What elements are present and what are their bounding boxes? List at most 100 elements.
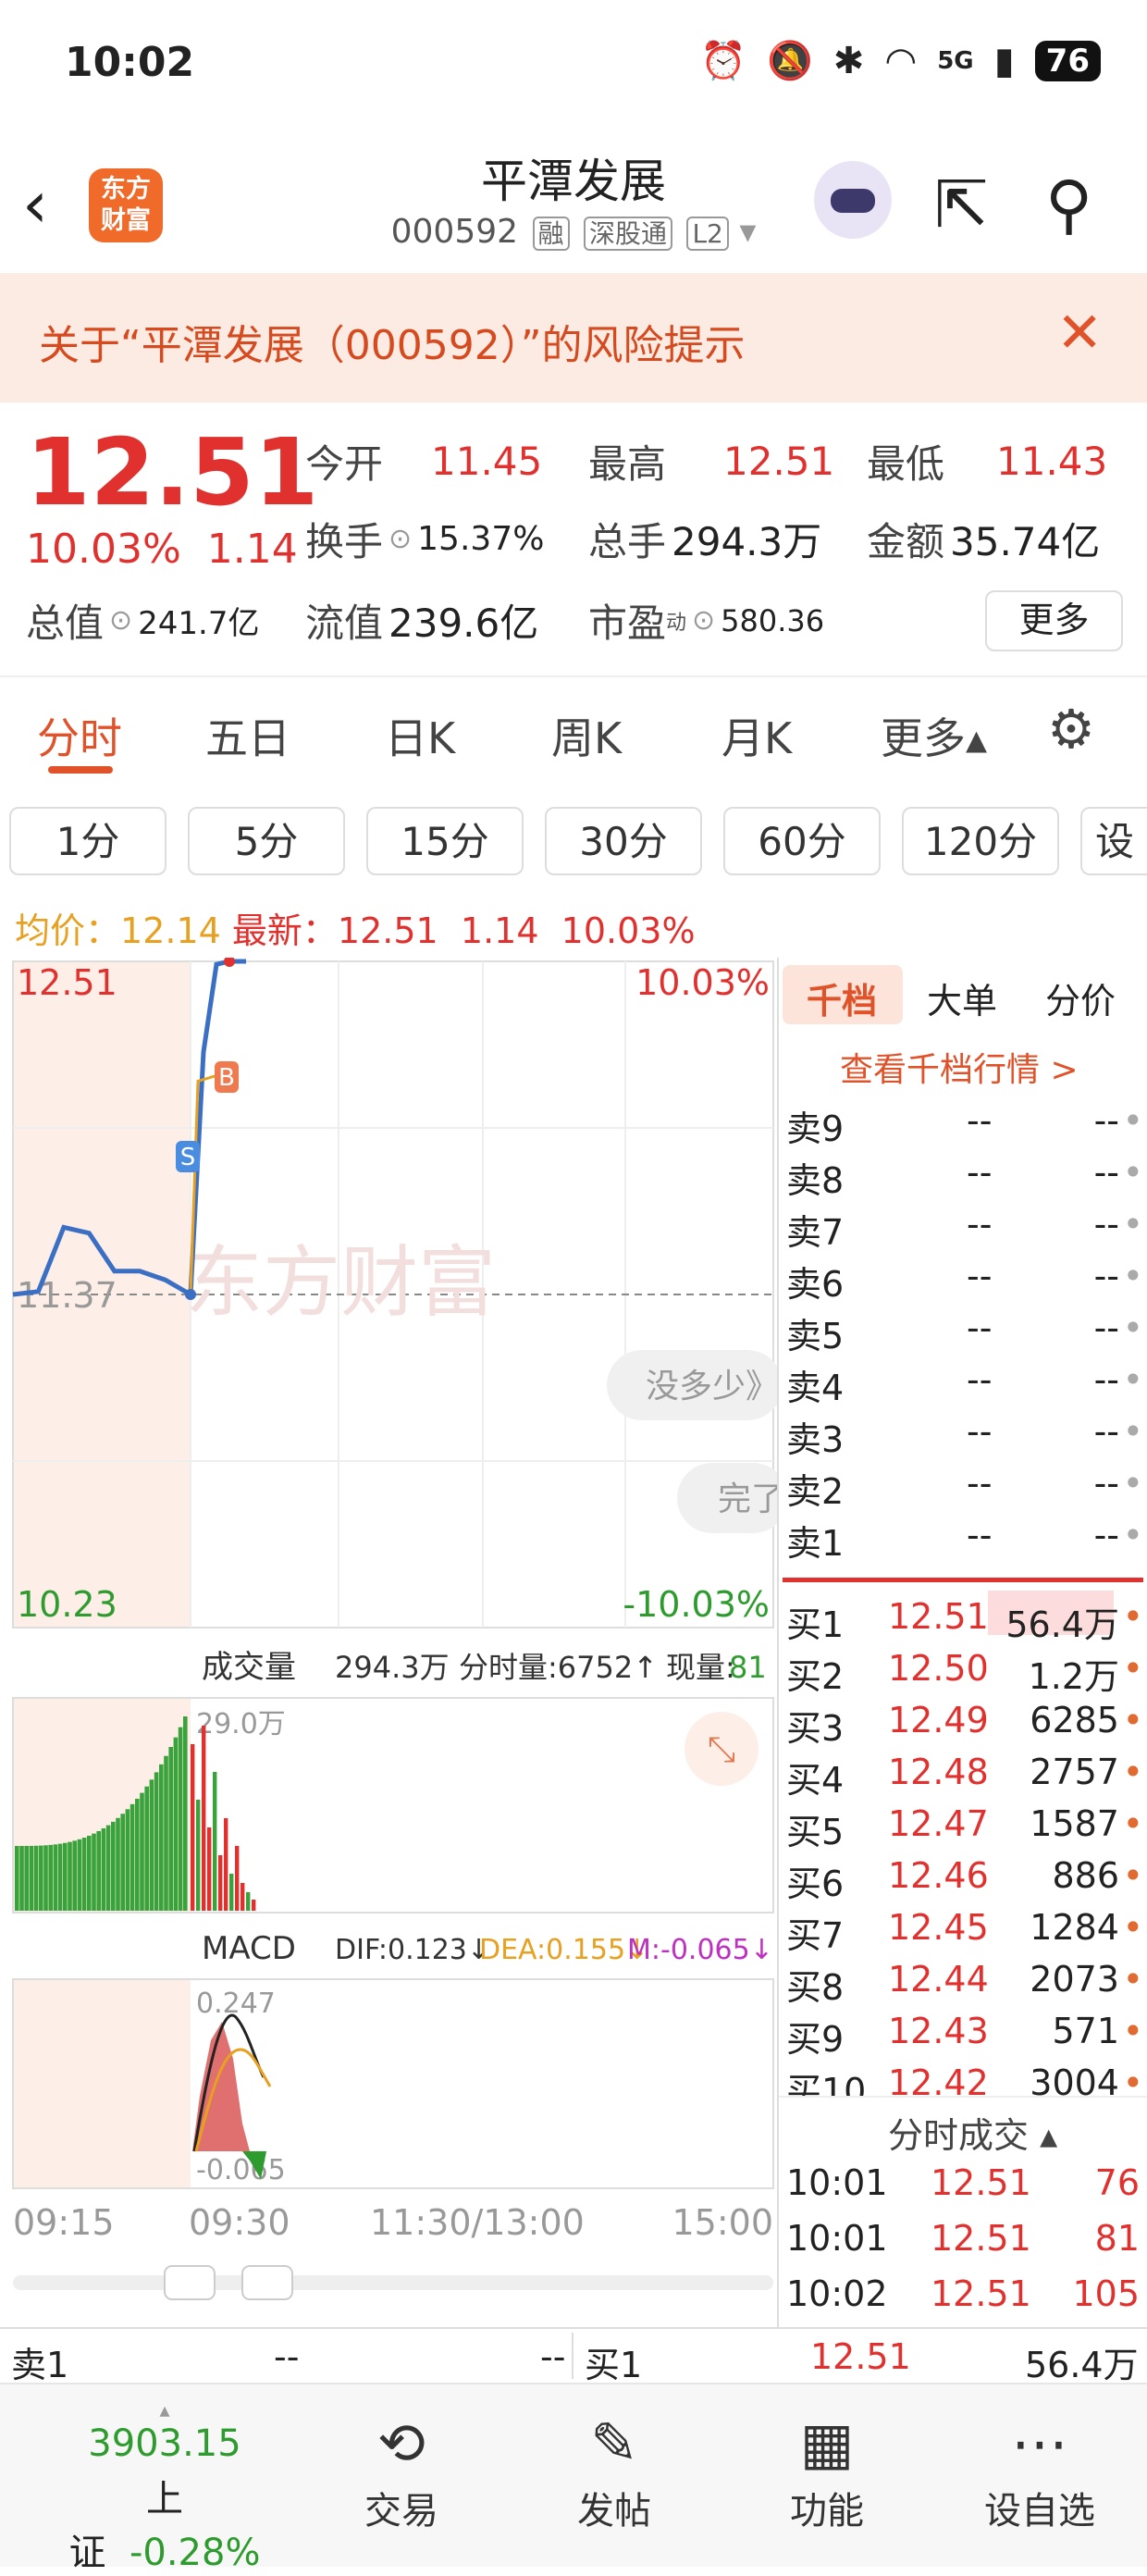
bid-price: 12.51 (888, 1596, 989, 1637)
tab-daily-k[interactable]: 日K (385, 705, 455, 766)
float-cap-field: 流值 239.6亿 (305, 601, 539, 646)
price-change: 10.03% 1.14 (26, 526, 298, 573)
ask-volume: -- (1093, 1359, 1119, 1400)
volume-bar (202, 1726, 206, 1911)
book-tab-large[interactable]: 大单 (927, 972, 997, 1023)
book-tab-depth[interactable]: 千档 (807, 972, 877, 1023)
tab-monthly-k[interactable]: 月K (722, 705, 792, 766)
scroll-handle-right[interactable] (241, 2265, 293, 2300)
period-1min[interactable]: 1分 (9, 807, 166, 875)
bid-row[interactable]: 买3 12.49 6285 • (786, 1700, 1147, 1752)
dropdown-arrow-icon[interactable]: ▾ (739, 213, 756, 251)
ask-row[interactable]: 卖9 -- -- • (786, 1100, 1147, 1152)
bid-row[interactable]: 买6 12.46 886 • (786, 1855, 1147, 1907)
status-bar: 10:02 ⏰ 🔕 ✱ ◠ 5G ▮ 76 (0, 0, 1147, 130)
search-icon[interactable]: ⚲ (1045, 167, 1092, 242)
volume-max-label: 29.0万 (196, 1708, 286, 1740)
book-tab-price[interactable]: 分价 (1045, 972, 1116, 1023)
ask-price: -- (967, 1204, 993, 1245)
bid-row[interactable]: 买1 12.51 56.4万 • (786, 1596, 1147, 1648)
period-120min[interactable]: 120分 (902, 807, 1059, 875)
volume-selector[interactable]: 成交量 (202, 1649, 296, 1686)
assistant-robot-icon[interactable] (814, 161, 892, 239)
bid-row[interactable]: 买5 12.47 1587 • (786, 1803, 1147, 1855)
bid-volume: 6285 (1030, 1700, 1119, 1740)
period-15min[interactable]: 15分 (366, 807, 524, 875)
volume-bar (29, 1845, 34, 1911)
volume-bar (15, 1846, 19, 1911)
amount-field: 金额 35.74亿 (867, 519, 1101, 564)
ask-row[interactable]: 卖3 -- -- • (786, 1411, 1147, 1463)
bid-row[interactable]: 买4 12.48 2757 • (786, 1752, 1147, 1803)
bid-volume: 571 (1052, 2011, 1119, 2051)
volume-bar (111, 1821, 116, 1911)
ask-row[interactable]: 卖2 -- -- • (786, 1463, 1147, 1515)
bid-volume: 886 (1052, 1855, 1119, 1896)
ask-label: 卖7 (786, 1212, 845, 1253)
gear-icon[interactable]: ⚙ (1047, 698, 1095, 761)
view-depth-link[interactable]: 查看千档行情 > (840, 1043, 1079, 1091)
dot-icon: • (1122, 1752, 1143, 1792)
tab-weekly-k[interactable]: 周K (551, 705, 622, 766)
tab-more[interactable]: 更多▴ (881, 705, 987, 766)
bid-label: 买4 (786, 1760, 845, 1801)
time-axis-label-1: 09:15 (13, 2202, 115, 2243)
chart-scrollbar[interactable] (13, 2275, 773, 2290)
macd-selector[interactable]: MACD (202, 1930, 296, 1967)
bid-row[interactable]: 买8 12.44 2073 • (786, 1959, 1147, 2011)
avg-price: 12.14 (120, 910, 221, 951)
bid-label: 买9 (786, 2019, 845, 2060)
nav-trade[interactable]: ⟲ 交易 (318, 2407, 485, 2534)
bid-label: 买1 (786, 1604, 845, 1645)
risk-banner[interactable]: 关于“平潭发展（000592）”的风险提示 ✕ (0, 273, 1147, 402)
more-button[interactable]: 更多 (985, 590, 1123, 651)
dot-icon: • (1122, 1959, 1143, 2000)
intraday-chart[interactable]: 东方财富 12.51 10.03% 11.37 10.23 -10.03% B … (0, 956, 788, 2327)
nav-functions[interactable]: ▦ 功能 (744, 2407, 910, 2534)
dot-icon: • (1122, 2011, 1143, 2051)
bid-row[interactable]: 买2 12.50 1.2万 • (786, 1648, 1147, 1700)
info-icon[interactable]: ⊙ (109, 604, 132, 637)
ask-row[interactable]: 卖1 -- -- • (786, 1515, 1147, 1567)
ask1-price: -- (274, 2336, 300, 2377)
time-axis-label-3: 11:30/13:00 (370, 2202, 585, 2243)
bid-row[interactable]: 买7 12.45 1284 • (786, 1907, 1147, 1959)
period-60min[interactable]: 60分 (723, 807, 881, 875)
volume-bar (224, 1818, 228, 1911)
period-30min[interactable]: 30分 (545, 807, 702, 875)
ask-row[interactable]: 卖4 -- -- • (786, 1359, 1147, 1411)
period-settings[interactable]: 设 (1080, 807, 1147, 875)
info-icon[interactable]: ⊙ (388, 523, 412, 555)
bid-row[interactable]: 买9 12.43 571 • (786, 2011, 1147, 2062)
macd-m: M:-0.065↓ (627, 1934, 773, 1966)
period-5min[interactable]: 5分 (188, 807, 345, 875)
tab-intraday[interactable]: 分时 (37, 705, 122, 766)
risk-banner-text[interactable]: 关于“平潭发展（000592）”的风险提示 (39, 312, 746, 371)
tick-time: 10:02 (786, 2273, 888, 2314)
ask-row[interactable]: 卖5 -- -- • (786, 1307, 1147, 1359)
nav-post[interactable]: ✎ 发帖 (531, 2407, 697, 2534)
tick-time: 10:01 (786, 2218, 888, 2259)
ask-row[interactable]: 卖6 -- -- • (786, 1256, 1147, 1307)
share-icon[interactable]: ⇱ (934, 167, 989, 242)
close-icon[interactable]: ✕ (1056, 301, 1103, 365)
low-field: 最低 11.43 (867, 439, 1108, 487)
macd-dif: DIF:0.123↓ (335, 1934, 490, 1966)
tick-volume: 76 (1094, 2162, 1140, 2203)
ask-row[interactable]: 卖7 -- -- • (786, 1204, 1147, 1256)
price-point (224, 956, 235, 967)
ticks-title[interactable]: 分时成交 ▴ (888, 2107, 1057, 2158)
scroll-handle-left[interactable] (164, 2265, 216, 2300)
wifi-icon: ◠ (884, 39, 918, 82)
change-amount: 1.14 (206, 526, 298, 573)
ask-row[interactable]: 卖8 -- -- • (786, 1152, 1147, 1204)
volume-bar (140, 1792, 144, 1911)
intraday-chart-svg[interactable]: 东方财富 12.51 10.03% 11.37 10.23 -10.03% B … (0, 956, 788, 2327)
nav-watchlist[interactable]: ⋯ 设自选 (956, 2407, 1123, 2534)
change-percent: 10.03% (26, 526, 181, 573)
volume-bar (130, 1803, 135, 1911)
info-icon[interactable]: ⊙ (692, 604, 715, 637)
index-widget[interactable]: ▴ 3903.15 上证 -0.28% (54, 2399, 276, 2576)
ask-volume: -- (1093, 1100, 1119, 1141)
tab-five-day[interactable]: 五日 (205, 705, 290, 766)
